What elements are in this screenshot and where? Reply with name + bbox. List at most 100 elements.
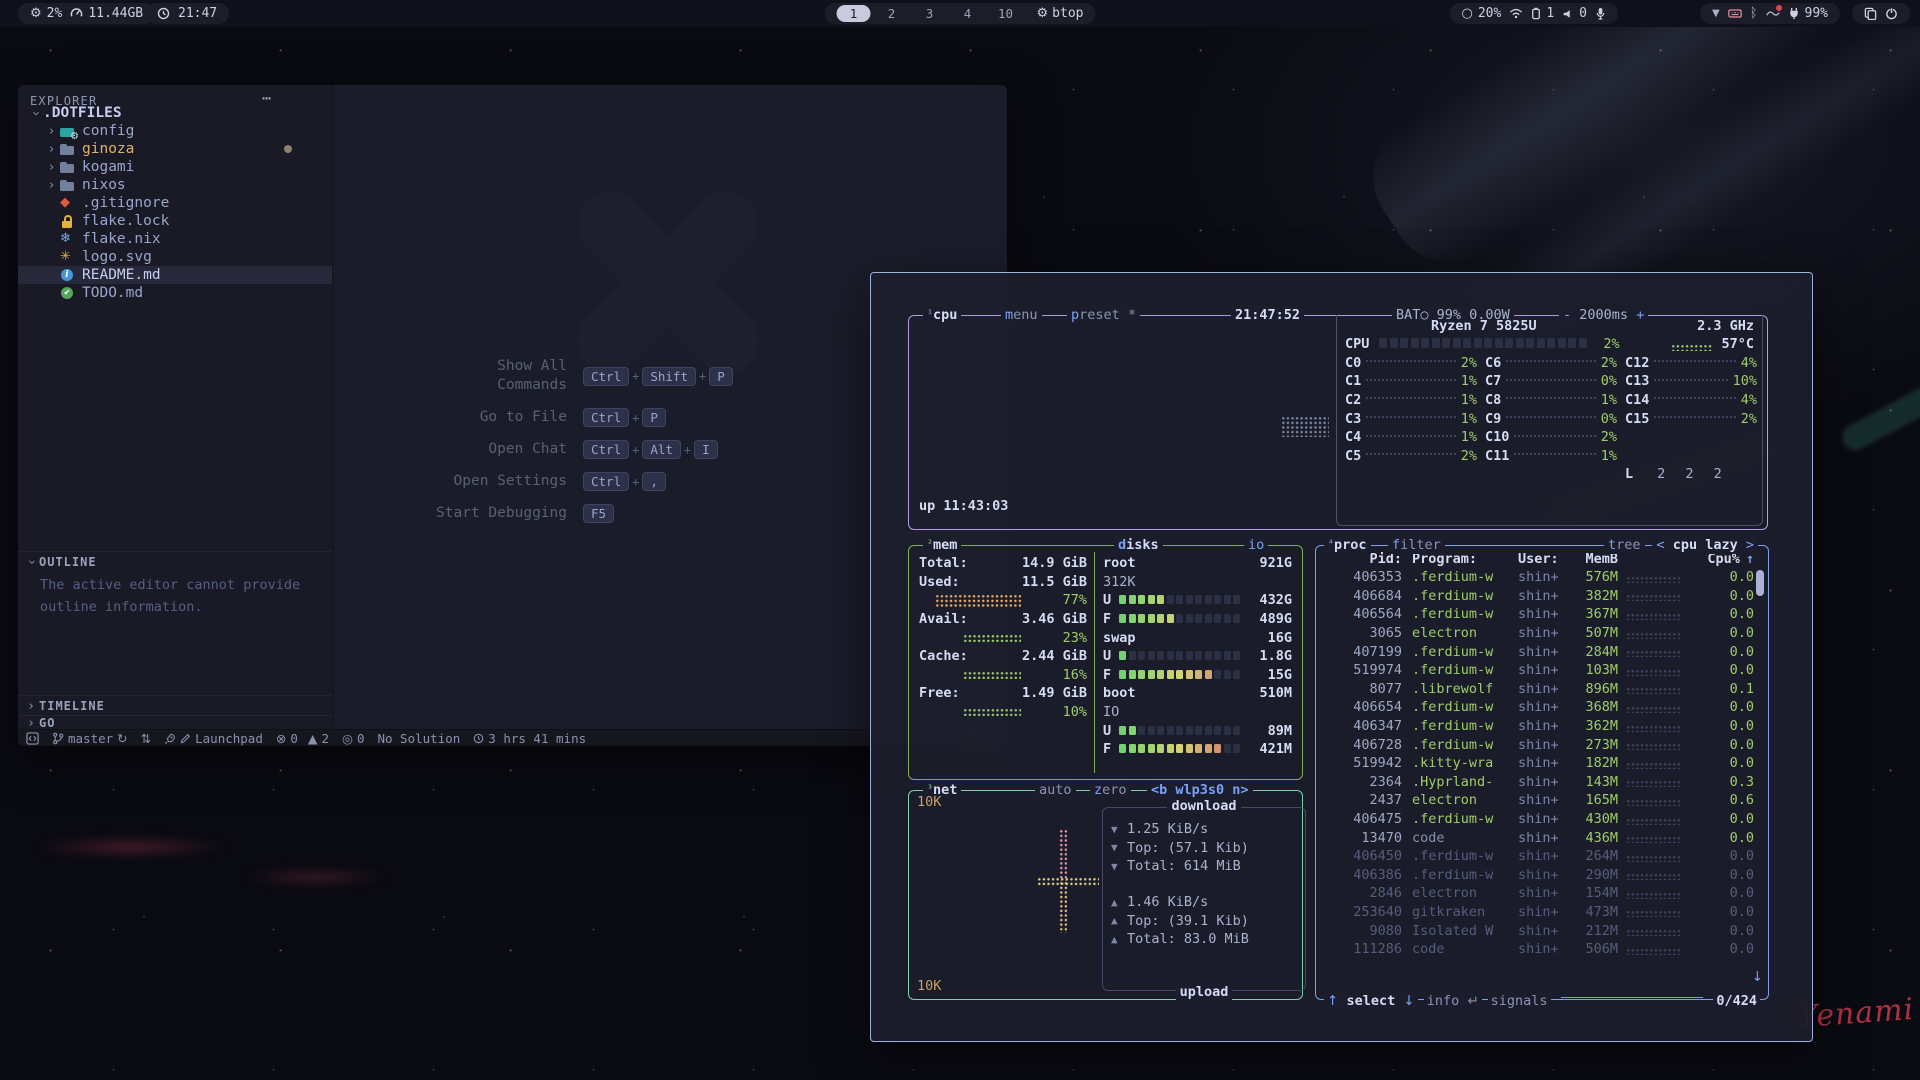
process-row[interactable]: 406728 .ferdium-w shin+ 273M 0.0 xyxy=(1316,735,1768,754)
uptime-text: up 11:43:03 xyxy=(919,498,1008,514)
process-cpu-pct: 0.3 xyxy=(1688,774,1754,790)
scroll-down-icon[interactable]: ↓ xyxy=(1752,969,1763,985)
tree-item[interactable]: logo.svg xyxy=(18,248,358,266)
process-row[interactable]: 2846 electron shin+ 154M 0.0 xyxy=(1316,884,1768,903)
network-count-indicator[interactable]: 1 xyxy=(1531,6,1554,21)
problems-indicator[interactable]: ⊗ 0 ▲ 2 xyxy=(276,731,329,746)
net-zero-toggle[interactable]: zero xyxy=(1090,781,1131,799)
notification-icon[interactable] xyxy=(1766,8,1780,19)
menu-button[interactable]: menu xyxy=(1001,306,1042,324)
battery-charging-indicator[interactable]: 99% xyxy=(1788,6,1828,21)
process-row[interactable]: 13470 code shin+ 436M 0.0 xyxy=(1316,828,1768,847)
process-memory: 473M xyxy=(1572,904,1618,920)
brightness-indicator[interactable]: ○ 20% xyxy=(1462,6,1502,21)
process-row[interactable]: 406475 .ferdium-w shin+ 430M 0.0 xyxy=(1316,810,1768,829)
process-row[interactable]: 519942 .kitty-wra shin+ 182M 0.0 xyxy=(1316,754,1768,773)
shortcut-row: Open Chat Ctrl+Alt+I xyxy=(425,440,733,459)
timeline-section-header[interactable]: › TIMELINE xyxy=(18,695,332,716)
tree-item[interactable]: .gitignore xyxy=(18,194,358,212)
workspace-button[interactable]: 3 xyxy=(913,5,947,22)
core-pct: 1% xyxy=(1461,392,1477,408)
system-stats-module[interactable]: ⚙ 2% 11.44GB xyxy=(18,3,155,24)
up-arrow-icon: ▲ xyxy=(1111,896,1127,909)
tree-toggle[interactable]: tree xyxy=(1604,536,1645,554)
tree-item[interactable]: README.md xyxy=(18,266,358,284)
keyboard-layout-icon[interactable] xyxy=(1728,8,1742,19)
microphone-indicator[interactable] xyxy=(1595,7,1606,20)
process-row[interactable]: 406450 .ferdium-w shin+ 264M 0.0 xyxy=(1316,847,1768,866)
outline-section-header[interactable]: › OUTLINE xyxy=(18,551,332,572)
core-row: C8 1% xyxy=(1485,391,1617,410)
net-interface-selector[interactable]: <b wlp3s0 n> xyxy=(1147,781,1253,799)
up-arrow-icon: ▲ xyxy=(1111,914,1127,927)
process-memory: 430M xyxy=(1572,811,1618,827)
workspace-button[interactable]: 10 xyxy=(989,5,1023,22)
sort-next-button[interactable]: > xyxy=(1746,537,1754,553)
process-memory: 264M xyxy=(1572,848,1618,864)
tree-root-item[interactable]: › .DOTFILES xyxy=(18,104,342,122)
process-row[interactable]: 2364 .Hyprland- shin+ 143M 0.3 xyxy=(1316,773,1768,792)
power-icon[interactable] xyxy=(1885,7,1898,20)
tree-item[interactable]: TODO.md xyxy=(18,284,358,302)
chevron-right-icon: › xyxy=(44,124,59,139)
remote-indicator[interactable] xyxy=(26,732,39,745)
solution-indicator[interactable]: No Solution xyxy=(377,731,460,746)
process-row[interactable]: 407199 .ferdium-w shin+ 284M 0.0 xyxy=(1316,642,1768,661)
memory-panel-title: ²mem xyxy=(923,536,961,554)
select-control[interactable]: ↑ select ↓ xyxy=(1324,993,1418,1009)
wifi-indicator[interactable] xyxy=(1509,8,1523,19)
tree-item[interactable]: flake.nix xyxy=(18,230,358,248)
sort-prev-button[interactable]: < xyxy=(1656,537,1664,553)
process-row[interactable]: 2437 electron shin+ 165M 0.6 xyxy=(1316,791,1768,810)
core-label: C15 xyxy=(1625,411,1649,427)
process-row[interactable]: 406353 .ferdium-w shin+ 576M 0.0 xyxy=(1316,568,1768,587)
workspace-button[interactable]: 2 xyxy=(875,5,909,22)
ports-indicator[interactable]: ◎ 0 xyxy=(342,731,364,746)
git-branch-indicator[interactable]: master ↻ xyxy=(52,731,128,746)
workspace-button[interactable]: 1 xyxy=(837,5,871,22)
volume-indicator[interactable]: 0 xyxy=(1562,6,1587,21)
tree-item[interactable]: › kogami xyxy=(18,158,358,176)
core-column-2: C6 2% C7 0% C8 xyxy=(1485,354,1617,466)
clock-module[interactable]: 21:47 xyxy=(145,3,229,24)
workspace-button[interactable]: 4 xyxy=(951,5,985,22)
launchpad-item[interactable]: Launchpad xyxy=(164,731,263,746)
memory-usage[interactable]: 11.44GB xyxy=(70,6,143,21)
git-compare-indicator[interactable]: ⇅ xyxy=(141,731,151,746)
process-row[interactable]: 253640 gitkraken shin+ 473M 0.0 xyxy=(1316,903,1768,922)
upload-stat-row: ▲ Total: 83.0 MiB xyxy=(1111,930,1297,949)
tree-item[interactable]: flake.lock xyxy=(18,212,358,230)
tray-arrow-icon[interactable]: ▼ xyxy=(1712,8,1720,19)
process-user: shin+ xyxy=(1518,606,1572,622)
process-scrollbar-thumb[interactable] xyxy=(1756,570,1764,596)
process-row[interactable]: 519974 .ferdium-w shin+ 103M 0.0 xyxy=(1316,661,1768,680)
sort-selector[interactable]: < cpu lazy > xyxy=(1652,536,1758,554)
process-row[interactable]: 406654 .ferdium-w shin+ 368M 0.0 xyxy=(1316,698,1768,717)
btop-clock: 21:47:52 xyxy=(1231,306,1304,324)
process-row[interactable]: 406564 .ferdium-w shin+ 367M 0.0 xyxy=(1316,605,1768,624)
process-row[interactable]: 8077 .librewolf shin+ 896M 0.1 xyxy=(1316,680,1768,699)
net-auto-toggle[interactable]: auto xyxy=(1035,781,1076,799)
file-type-icon xyxy=(59,142,77,157)
bluetooth-icon[interactable]: ᛒ xyxy=(1750,6,1758,21)
time-tracker-indicator[interactable]: 3 hrs 41 mins xyxy=(473,731,586,746)
process-row[interactable]: 406386 .ferdium-w shin+ 290M 0.0 xyxy=(1316,866,1768,885)
cpu-usage[interactable]: ⚙ 2% xyxy=(30,6,62,21)
tree-item[interactable]: › nixos xyxy=(18,176,358,194)
preset-button[interactable]: preset * xyxy=(1067,306,1140,324)
free-bar-label: F xyxy=(1103,741,1119,757)
process-row[interactable]: 9080 Isolated W shin+ 212M 0.0 xyxy=(1316,921,1768,940)
process-memory: 576M xyxy=(1572,569,1618,585)
process-row[interactable]: 406347 .ferdium-w shin+ 362M 0.0 xyxy=(1316,717,1768,736)
clipboard-icon[interactable] xyxy=(1864,7,1877,20)
process-row[interactable]: 3065 electron shin+ 507M 0.0 xyxy=(1316,624,1768,643)
active-window-title[interactable]: ⚙ btop xyxy=(1037,6,1084,21)
info-control[interactable]: info ↵ xyxy=(1424,993,1482,1009)
signals-control[interactable]: signals xyxy=(1488,993,1551,1009)
tree-item[interactable]: › config xyxy=(18,122,358,140)
process-row[interactable]: 406684 .ferdium-w shin+ 382M 0.0 xyxy=(1316,587,1768,606)
tree-item[interactable]: › ginoza xyxy=(18,140,358,158)
process-memory: 154M xyxy=(1572,885,1618,901)
process-row[interactable]: 111286 code shin+ 506M 0.0 xyxy=(1316,940,1768,959)
filter-button[interactable]: filter xyxy=(1388,536,1445,554)
